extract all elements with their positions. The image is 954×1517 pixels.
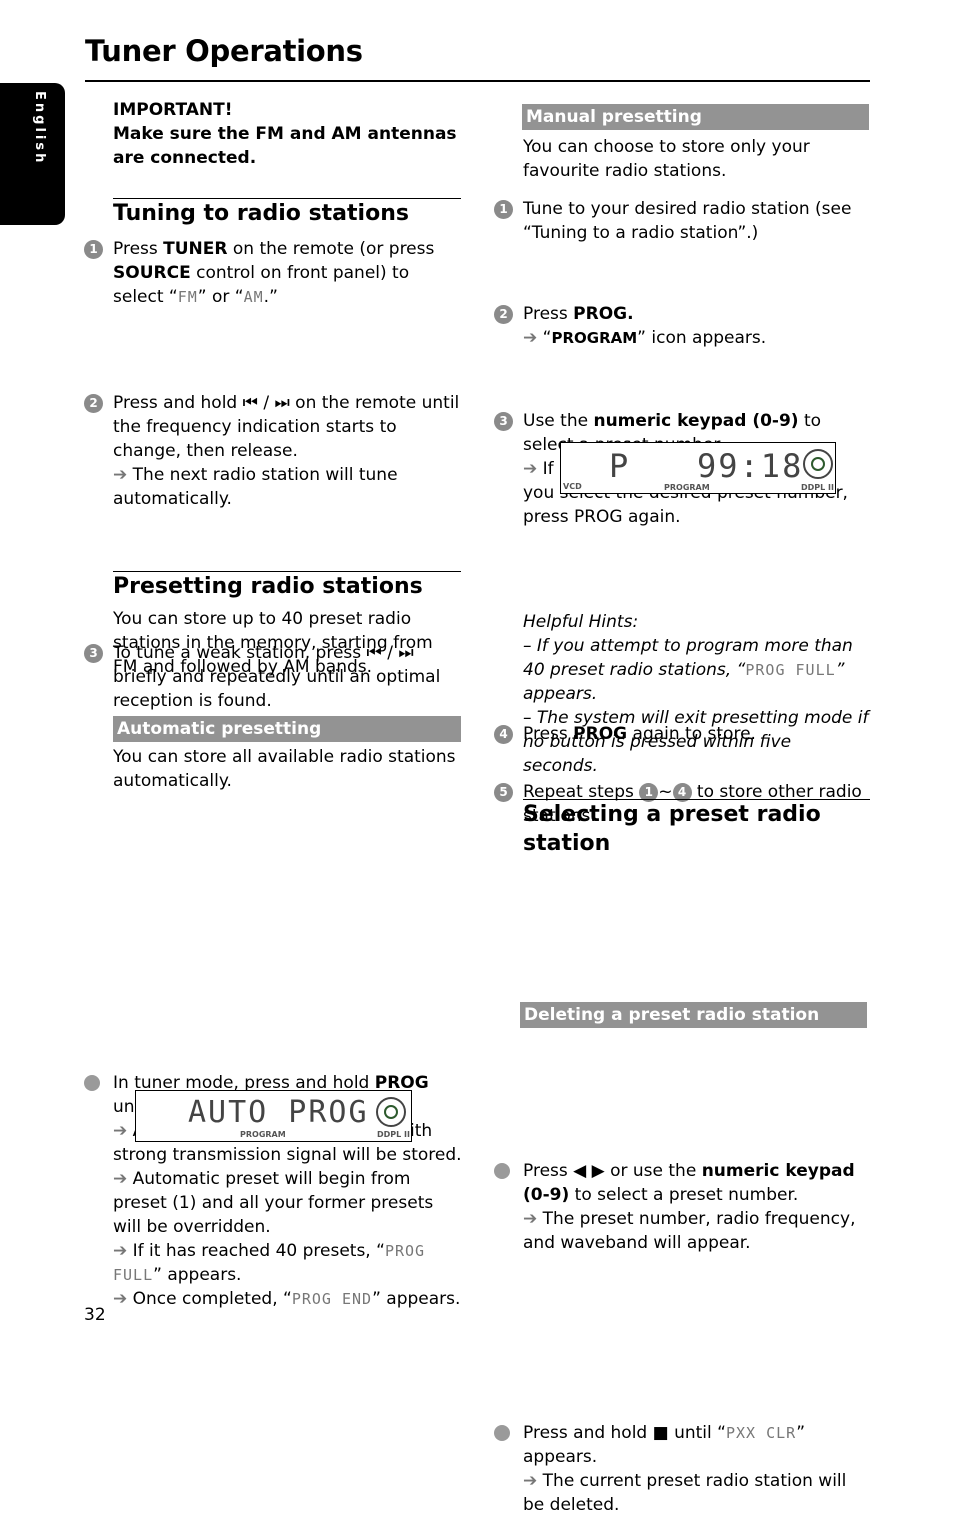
display-program-label: PROGRAM: [240, 1130, 286, 1139]
arrow-icon: ➔: [113, 1169, 128, 1189]
section-heading-presetting: Presetting radio stations: [113, 571, 461, 601]
arrow-icon: ➔: [523, 459, 538, 479]
hint-item: – The system will exit presetting mode i…: [523, 708, 869, 776]
dolby-pl2-badge: DDPL II: [377, 1130, 410, 1139]
arrow-icon: ➔: [113, 1121, 128, 1141]
left-column: IMPORTANT! Make sure the FM and AM anten…: [84, 0, 462, 1309]
hints-title: Helpful Hints:: [523, 612, 639, 632]
tuning-step-2: 2 Press and hold ⏮ / ⏭ on the remote unt…: [84, 391, 461, 511]
lcd-display-preset: VCD P 99:18 PROGRAM DDPL II: [560, 442, 836, 494]
dolby-pl2-badge: DDPL II: [801, 483, 834, 492]
subwoofer-icon: [376, 1097, 406, 1127]
step-number-icon: 2: [494, 305, 513, 324]
important-line: are connected.: [113, 148, 257, 168]
arrow-icon: ➔: [523, 1471, 538, 1491]
subwoofer-icon: [803, 449, 833, 479]
arrow-icon: ➔: [113, 1241, 128, 1261]
display-main-text: AUTO PROG: [188, 1095, 369, 1130]
lcd-display-auto-prog: AUTO PROG PROGRAM DDPL II: [135, 1090, 412, 1142]
display-right-text: 99:18: [697, 447, 804, 485]
tuning-step-1: 1 Press TUNER on the remote (or press SO…: [84, 237, 461, 309]
step-number-icon: 3: [494, 412, 513, 431]
arrow-icon: ➔: [113, 1289, 128, 1309]
page-number: 32: [84, 1305, 106, 1325]
deleting-bullet: Press and hold ■ until “PXX CLR” appears…: [494, 1421, 870, 1517]
selecting-bullet: Press ◀ ▶ or use the numeric keypad (0-9…: [494, 1159, 870, 1255]
right-column: Manual presetting You can choose to stor…: [494, 0, 870, 1515]
subsection-bar-automatic: Automatic presetting: [113, 716, 461, 742]
display-program-label: PROGRAM: [664, 483, 710, 492]
helpful-hints: Helpful Hints: – If you attempt to progr…: [523, 610, 870, 778]
subsection-bar-manual: Manual presetting: [522, 104, 869, 130]
subsection-bar-deleting: Deleting a preset radio station: [520, 1002, 867, 1028]
bullet-icon: [494, 1163, 510, 1179]
manual-step-2: 2 Press PROG. ➔ “PROGRAM” icon appears.: [494, 302, 870, 350]
step-number-icon: 1: [84, 240, 103, 259]
manual-step-1: 1 Tune to your desired radio station (se…: [494, 197, 870, 245]
manual-intro: You can choose to store only your favour…: [523, 137, 810, 181]
arrow-icon: ➔: [113, 465, 128, 485]
hint-item: – If you attempt to program more than 40…: [523, 636, 853, 704]
display-vcd-label: VCD: [563, 482, 582, 491]
section-heading-selecting: Selecting a preset radio station: [523, 799, 870, 858]
important-line: Make sure the FM and AM antennas: [113, 124, 457, 144]
automatic-intro: You can store all available radio statio…: [113, 747, 456, 791]
bullet-icon: [494, 1425, 510, 1441]
step-number-icon: 4: [494, 725, 513, 744]
arrow-icon: ➔: [523, 328, 538, 348]
important-note: IMPORTANT! Make sure the FM and AM anten…: [113, 98, 473, 170]
language-tab-label: English: [32, 91, 47, 166]
step-number-icon: 5: [494, 783, 513, 802]
step-number-icon: 1: [494, 200, 513, 219]
arrow-icon: ➔: [523, 1209, 538, 1229]
important-title: IMPORTANT!: [113, 100, 233, 120]
language-tab: English: [0, 83, 65, 225]
step-number-icon: 2: [84, 394, 103, 413]
display-left-text: P: [609, 447, 629, 485]
bullet-icon: [84, 1075, 100, 1091]
presetting-intro: You can store up to 40 preset radio stat…: [113, 609, 433, 677]
section-heading-tuning: Tuning to radio stations: [113, 198, 461, 228]
step-number-icon: 3: [84, 644, 103, 663]
